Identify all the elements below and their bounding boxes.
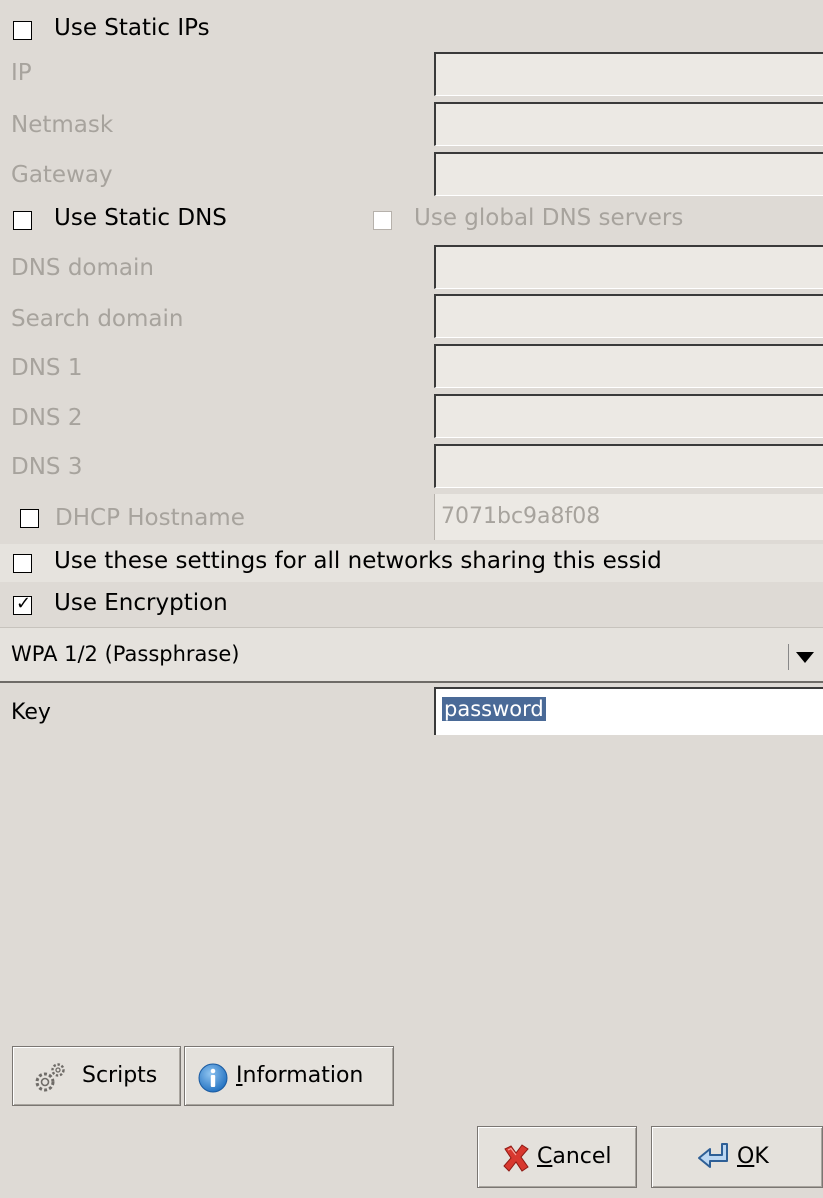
dropdown-arrow-icon[interactable] bbox=[796, 652, 814, 663]
dhcp-hostname-input[interactable]: 7071bc9a8f08 bbox=[434, 494, 823, 540]
static-dns-checkbox[interactable] bbox=[13, 211, 32, 230]
dns1-input[interactable] bbox=[434, 344, 823, 388]
ok-mnemonic: O bbox=[737, 1144, 755, 1169]
dhcp-hostname-checkbox[interactable] bbox=[20, 509, 39, 528]
gateway-input[interactable] bbox=[434, 152, 823, 196]
gateway-label: Gateway bbox=[11, 162, 113, 188]
share-essid-label: Use these settings for all networks shar… bbox=[54, 548, 662, 574]
static-dns-label: Use Static DNS bbox=[54, 205, 227, 231]
ip-label: IP bbox=[11, 60, 32, 86]
encryption-checkbox[interactable]: ✓ bbox=[13, 593, 32, 615]
dns2-label: DNS 2 bbox=[11, 405, 83, 431]
dhcp-hostname-label: DHCP Hostname bbox=[55, 505, 245, 531]
static-ip-label: Use Static IPs bbox=[54, 15, 210, 41]
search-domain-label: Search domain bbox=[11, 306, 184, 332]
netmask-input[interactable] bbox=[434, 102, 823, 146]
key-value: password bbox=[442, 697, 546, 721]
static-ip-checkbox[interactable] bbox=[13, 21, 32, 40]
cancel-x-icon bbox=[503, 1144, 529, 1172]
return-arrow-icon bbox=[698, 1143, 728, 1168]
cancel-label: ancel bbox=[552, 1144, 612, 1169]
dns3-input[interactable] bbox=[434, 444, 823, 488]
dns-domain-label: DNS domain bbox=[11, 255, 154, 281]
search-domain-input[interactable] bbox=[434, 294, 823, 338]
ok-label: K bbox=[754, 1144, 769, 1169]
key-input[interactable]: password bbox=[434, 687, 823, 735]
key-label: Key bbox=[11, 700, 51, 725]
encryption-row: ✓ Use Encryption bbox=[0, 587, 823, 625]
global-dns-label: Use global DNS servers bbox=[414, 205, 684, 231]
encryption-type-select[interactable]: WPA 1/2 (Passphrase) bbox=[0, 627, 823, 683]
global-dns-checkbox[interactable] bbox=[373, 211, 392, 230]
static-ip-row: Use Static IPs bbox=[0, 12, 823, 46]
share-essid-row: Use these settings for all networks shar… bbox=[0, 544, 823, 582]
scripts-button[interactable]: Scripts bbox=[12, 1046, 181, 1106]
cancel-button[interactable]: Cancel bbox=[477, 1126, 637, 1188]
encryption-type-value: WPA 1/2 (Passphrase) bbox=[11, 642, 240, 666]
scripts-label: Scripts bbox=[82, 1063, 158, 1088]
dns3-label: DNS 3 bbox=[11, 454, 83, 480]
ip-input[interactable] bbox=[434, 52, 823, 96]
dns-domain-input[interactable] bbox=[434, 245, 823, 289]
cancel-mnemonic: C bbox=[537, 1144, 553, 1169]
information-button[interactable]: Information bbox=[184, 1046, 394, 1106]
dns1-label: DNS 1 bbox=[11, 355, 83, 381]
ok-button[interactable]: OK bbox=[651, 1126, 823, 1188]
encryption-label: Use Encryption bbox=[54, 590, 228, 616]
netmask-label: Netmask bbox=[11, 112, 114, 138]
info-icon bbox=[198, 1063, 228, 1093]
share-essid-checkbox[interactable] bbox=[13, 554, 32, 573]
checkmark-icon: ✓ bbox=[16, 593, 32, 614]
static-dns-row: Use Static DNS Use global DNS servers bbox=[0, 200, 823, 240]
gears-icon bbox=[35, 1063, 65, 1092]
dns2-input[interactable] bbox=[434, 394, 823, 438]
combo-separator bbox=[788, 644, 789, 670]
information-label: nformation bbox=[242, 1063, 364, 1088]
